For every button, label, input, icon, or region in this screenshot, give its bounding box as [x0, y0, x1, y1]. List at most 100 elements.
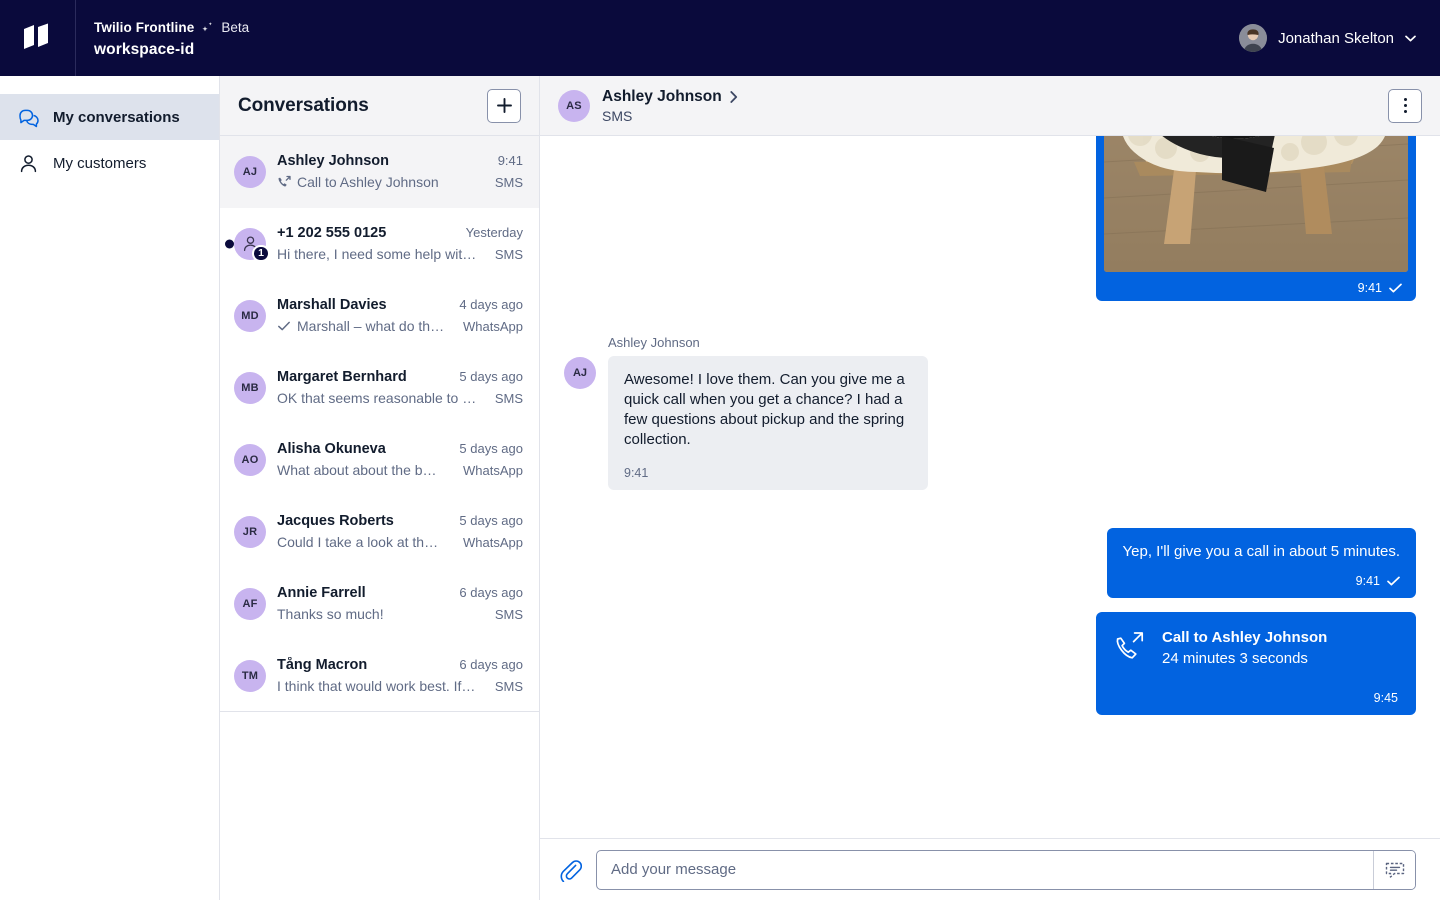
message-meta: 9:41: [1104, 281, 1408, 295]
avatar: MB: [234, 372, 266, 404]
topbar-spacer: [249, 0, 1239, 76]
attached-image[interactable]: [1104, 136, 1408, 272]
message-input-wrap[interactable]: [596, 850, 1416, 890]
list-item-bottom: Thanks so much! SMS: [277, 606, 523, 622]
message-preview: Could I take a look at th…: [277, 534, 457, 550]
list-item-body: Marshall Davies 4 days ago Marshall – wh…: [277, 297, 523, 334]
body: My conversations My customers Conversati…: [0, 76, 1440, 900]
avatar: AF: [234, 588, 266, 620]
timestamp: 9:41: [498, 153, 523, 168]
sidebar-nav: My conversations My customers: [0, 76, 220, 900]
timestamp: 9:41: [624, 466, 912, 480]
contact-name: Jacques Roberts: [277, 513, 451, 529]
plus-icon: [497, 98, 512, 113]
timestamp: 4 days ago: [459, 297, 523, 312]
list-item-top: Marshall Davies 4 days ago: [277, 297, 523, 313]
call-record-bubble[interactable]: Call to Ashley Johnson 24 minutes 3 seco…: [1096, 612, 1416, 715]
media-message-bubble[interactable]: 9:41: [1096, 136, 1416, 301]
top-bar: Twilio Frontline Beta workspace-id: [0, 0, 1440, 76]
message-text: Yep, I'll give you a call in about 5 min…: [1123, 542, 1400, 562]
message-input[interactable]: [597, 851, 1373, 889]
list-item[interactable]: AJ Ashley Johnson 9:41: [220, 136, 539, 208]
list-item[interactable]: TM Tång Macron 6 days ago I think that w…: [220, 640, 539, 712]
avatar-wrap: TM: [234, 660, 266, 692]
paperclip-icon[interactable]: [558, 858, 582, 882]
avatar-wrap: AF: [234, 588, 266, 620]
message-row: Yep, I'll give you a call in about 5 min…: [564, 528, 1416, 598]
message-text: Awesome! I love them. Can you give me a …: [624, 370, 912, 450]
incoming-message-group: AJ Ashley Johnson Awesome! I love them. …: [564, 335, 928, 490]
call-title: Call to Ashley Johnson: [1162, 628, 1327, 648]
contact-details-link[interactable]: Ashley Johnson: [602, 88, 1388, 106]
user-name: Jonathan Skelton: [1278, 30, 1394, 47]
channel-label: WhatsApp: [463, 463, 523, 478]
workspace-id: workspace-id: [94, 41, 249, 59]
sidebar-item-my-conversations[interactable]: My conversations: [0, 94, 219, 140]
list-item[interactable]: AF Annie Farrell 6 days ago Thanks so mu…: [220, 568, 539, 640]
list-item-bottom: Marshall – what do th… WhatsApp: [277, 318, 523, 334]
channel-label: SMS: [495, 679, 523, 694]
list-item-body: +1 202 555 0125 Yesterday Hi there, I ne…: [277, 225, 523, 262]
message-composer: [540, 838, 1440, 900]
list-item-bottom: OK that seems reasonable to … SMS: [277, 390, 523, 406]
timestamp: 9:45: [1114, 691, 1398, 705]
channel-label: WhatsApp: [463, 535, 523, 550]
avatar: AJ: [564, 357, 596, 389]
logo-cell[interactable]: [0, 0, 76, 76]
user-menu[interactable]: Jonathan Skelton: [1239, 0, 1440, 76]
list-item-top: +1 202 555 0125 Yesterday: [277, 225, 523, 241]
message-preview: OK that seems reasonable to …: [277, 390, 489, 406]
timestamp: 6 days ago: [459, 585, 523, 600]
contact-name: Alisha Okuneva: [277, 441, 451, 457]
list-item[interactable]: AO Alisha Okuneva 5 days ago What about …: [220, 424, 539, 496]
conversation-list-scroll[interactable]: AJ Ashley Johnson 9:41: [220, 136, 539, 900]
list-item-bottom: Call to Ashley Johnson SMS: [277, 174, 523, 190]
message-bubble[interactable]: Awesome! I love them. Can you give me a …: [608, 356, 928, 490]
sidebar-item-my-customers[interactable]: My customers: [0, 140, 219, 186]
new-conversation-button[interactable]: [487, 89, 521, 123]
avatar: AO: [234, 444, 266, 476]
list-item[interactable]: 1 +1 202 555 0125 Yesterday Hi there, I …: [220, 208, 539, 280]
message-preview: Call to Ashley Johnson: [297, 174, 489, 190]
contact-name: Ashley Johnson: [602, 88, 722, 106]
contact-name: Marshall Davies: [277, 297, 451, 313]
list-item[interactable]: JR Jacques Roberts 5 days ago Could I ta…: [220, 496, 539, 568]
avatar-wrap: MD: [234, 300, 266, 332]
list-item-bottom: Could I take a look at th… WhatsApp: [277, 534, 523, 550]
channel-label: SMS: [495, 175, 523, 190]
avatar: AS: [558, 90, 590, 122]
avatar-wrap: JR: [234, 516, 266, 548]
brand-row: Twilio Frontline Beta: [94, 18, 249, 38]
list-item-body: Jacques Roberts 5 days ago Could I take …: [277, 513, 523, 550]
list-item-top: Ashley Johnson 9:41: [277, 153, 523, 169]
list-item-body: Margaret Bernhard 5 days ago OK that see…: [277, 369, 523, 406]
list-item-top: Margaret Bernhard 5 days ago: [277, 369, 523, 385]
channel-label: SMS: [495, 391, 523, 406]
list-item[interactable]: MD Marshall Davies 4 days ago: [220, 280, 539, 352]
avatar: AJ: [234, 156, 266, 188]
sender-name: Ashley Johnson: [608, 335, 928, 350]
message-bubble[interactable]: Yep, I'll give you a call in about 5 min…: [1107, 528, 1416, 598]
chevron-right-icon: [730, 91, 738, 103]
kebab-menu-icon: [1404, 98, 1407, 113]
unread-indicator-dot: [225, 239, 234, 248]
list-item-body: Annie Farrell 6 days ago Thanks so much!…: [277, 585, 523, 622]
message-thread[interactable]: 9:41 AJ Ashley: [540, 136, 1440, 838]
beta-label: Beta: [221, 20, 249, 35]
avatar-wrap: MB: [234, 372, 266, 404]
message-meta: 9:41: [1123, 574, 1400, 588]
list-item-bottom: What about about the b… WhatsApp: [277, 462, 523, 478]
incoming-message-column: Ashley Johnson Awesome! I love them. Can…: [608, 335, 928, 490]
timestamp: 6 days ago: [459, 657, 523, 672]
app-root: Twilio Frontline Beta workspace-id: [0, 0, 1440, 900]
timestamp: Yesterday: [466, 225, 523, 240]
conversation-menu-button[interactable]: [1388, 89, 1422, 123]
chat-panel: AS Ashley Johnson SMS: [540, 76, 1440, 900]
channel-label: SMS: [602, 108, 1388, 124]
avatar: TM: [234, 660, 266, 692]
message-template-button[interactable]: [1373, 851, 1415, 889]
list-item[interactable]: MB Margaret Bernhard 5 days ago OK that …: [220, 352, 539, 424]
timestamp: 9:41: [1358, 281, 1382, 295]
message-preview: What about about the b…: [277, 462, 457, 478]
avatar: [1239, 24, 1267, 52]
